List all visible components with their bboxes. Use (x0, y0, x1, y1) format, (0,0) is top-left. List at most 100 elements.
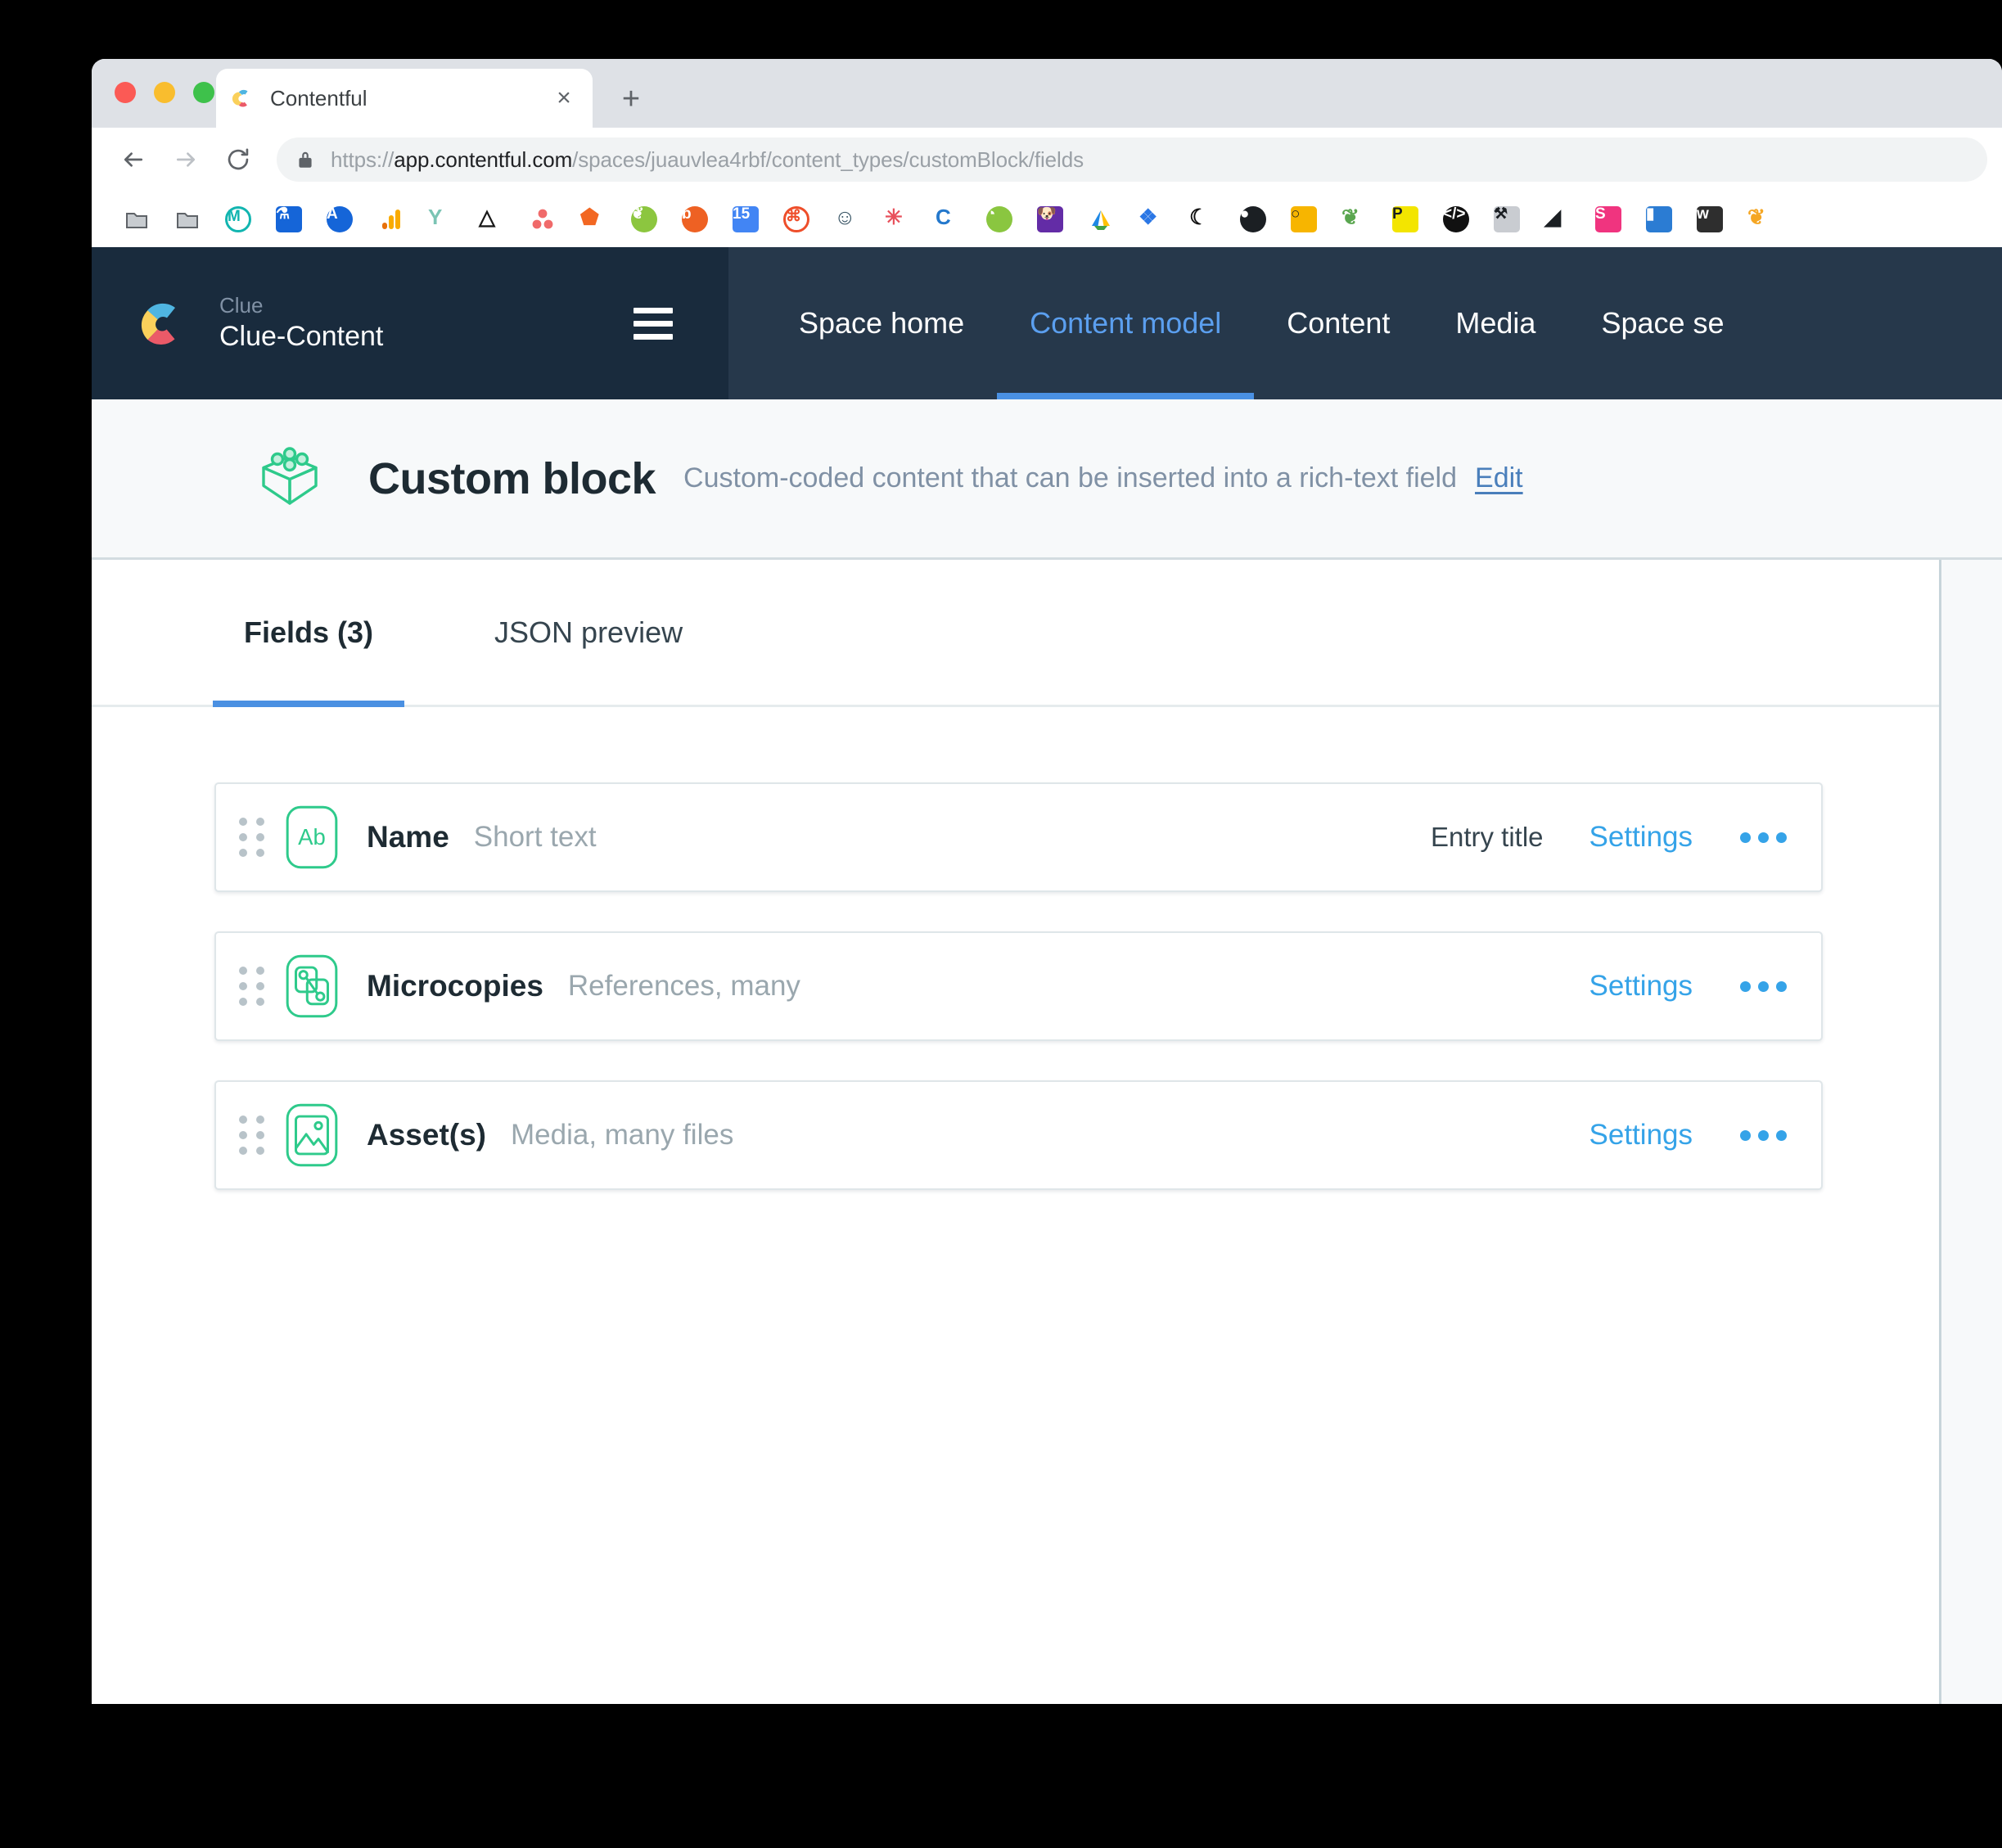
field-name: Microcopies (367, 969, 543, 1003)
nav-item-label: Content (1287, 306, 1391, 340)
space-labels: Clue Clue-Content (219, 292, 634, 355)
maximize-window-button[interactable] (193, 82, 214, 103)
shopify-s-icon[interactable]: S (1583, 196, 1634, 242)
bookmarks-bar: M ⚗ A Y △ ⬟ ❦ b 15 ⌘ ☺ ✳ C ◔ 🐶 ❖ ☾ ● ○ ❦ P </> ⚒ ◢ S ▮ w ❦ (92, 192, 2002, 247)
jenkins-icon[interactable]: ☺ (822, 196, 872, 242)
nav-item-media[interactable]: Media (1423, 247, 1568, 399)
datadog-icon[interactable]: 🐶 (1025, 196, 1075, 242)
nav-item-content[interactable]: Content (1254, 247, 1423, 399)
sprout-icon[interactable]: ❦ (1329, 196, 1380, 242)
lock-icon (296, 149, 314, 170)
app-header: Clue Clue-Content Space home Content mode… (92, 247, 2002, 399)
content-type-description: Custom-coded content that can be inserte… (683, 462, 1458, 494)
folder-icon[interactable] (162, 196, 213, 242)
nav-item-content-model[interactable]: Content model (997, 247, 1255, 399)
field-row[interactable]: Microcopies References, many Settings (214, 931, 1823, 1041)
address-bar[interactable]: https://app.contentful.com/spaces/juauvl… (277, 137, 1987, 182)
tab-fields-3[interactable]: Fields (3) (213, 560, 405, 707)
toolbox-icon[interactable]: ⚒ (1481, 196, 1532, 242)
amplitude-icon[interactable]: A (314, 196, 365, 242)
field-row[interactable]: Asset(s) Media, many files Settings (214, 1080, 1823, 1190)
main-navigation: Space home Content model Content Media Space… (728, 247, 2002, 399)
tab-json-preview[interactable]: JSON preview (463, 560, 714, 705)
browser-window: Contentful × + https://app.contentful.co… (92, 59, 2002, 1704)
folder-icon[interactable] (111, 196, 162, 242)
minimize-window-button[interactable] (154, 82, 175, 103)
back-button[interactable] (111, 137, 156, 182)
cube-icon[interactable]: ⬟ (568, 196, 619, 242)
window-traffic-lights (115, 82, 214, 103)
bitly-icon[interactable]: b (670, 196, 720, 242)
abstract-icon[interactable]: △ (467, 196, 517, 242)
bookmark-icon[interactable]: ▮ (1634, 196, 1684, 242)
bird-icon[interactable]: ❦ (1735, 196, 1786, 242)
field-settings-link[interactable]: Settings (1589, 821, 1693, 854)
field-settings-link[interactable]: Settings (1589, 1119, 1693, 1152)
moon-icon[interactable]: ☾ (1177, 196, 1228, 242)
field-actions-menu-icon[interactable] (1735, 973, 1792, 1000)
pendo-icon[interactable]: P (1380, 196, 1431, 242)
close-window-button[interactable] (115, 82, 136, 103)
page-title: Custom block (368, 453, 656, 503)
forward-button[interactable] (164, 137, 208, 182)
contentful-logo-icon (133, 294, 192, 353)
nav-item-label: Media (1455, 306, 1536, 340)
entry-title-badge: Entry title (1430, 822, 1544, 852)
tab-label: JSON preview (494, 615, 683, 649)
content-type-header: Custom block Custom-coded content that c… (92, 399, 2002, 560)
nav-item-label: Space home (799, 306, 965, 340)
asana-icon[interactable] (517, 196, 568, 242)
contentful-favicon-icon (231, 86, 255, 110)
webflow-icon[interactable]: w (1684, 196, 1735, 242)
field-type: Short text (473, 821, 597, 853)
nav-item-space-se[interactable]: Space se (1568, 247, 1756, 399)
github-icon[interactable]: ● (1228, 196, 1278, 242)
new-tab-button[interactable]: + (612, 80, 650, 118)
reload-button[interactable] (216, 137, 260, 182)
puzzle-icon[interactable]: ❖ (1126, 196, 1177, 242)
tab-label: Fields (3) (244, 615, 374, 649)
snowflake-icon[interactable]: ✳ (872, 196, 923, 242)
lightbulb-icon[interactable]: ○ (1278, 196, 1329, 242)
drag-handle-icon[interactable] (239, 967, 267, 1006)
lego-block-icon (254, 443, 326, 515)
space-name: Clue-Content (219, 321, 384, 353)
field-actions-menu-icon[interactable] (1735, 1122, 1792, 1149)
sentry-icon[interactable]: ◢ (1532, 196, 1583, 242)
contentful-icon[interactable]: C (923, 196, 974, 242)
browser-tab-strip: Contentful × + (92, 59, 2002, 128)
browser-toolbar: https://app.contentful.com/spaces/juauvl… (92, 128, 2002, 192)
browser-tab[interactable]: Contentful × (216, 69, 593, 128)
panel-tabs: Fields (3) JSON preview (92, 560, 1939, 707)
references-icon (285, 954, 339, 1018)
mixpanel-icon[interactable]: M (213, 196, 264, 242)
cypress-icon[interactable]: ◔ (974, 196, 1025, 242)
field-name: Name (367, 820, 449, 854)
fields-list: Ab Name Short text Entry title Settings Micro… (92, 707, 1939, 1190)
organization-name: Clue (219, 292, 264, 318)
space-selector[interactable]: Clue Clue-Content (92, 247, 728, 399)
optimizely-icon[interactable]: ⌘ (771, 196, 822, 242)
drag-handle-icon[interactable] (239, 1116, 267, 1155)
google-drive-icon[interactable] (1075, 196, 1126, 242)
drag-handle-icon[interactable] (239, 818, 267, 857)
code-icon[interactable]: </> (1431, 196, 1481, 242)
flask-icon[interactable]: ⚗ (264, 196, 314, 242)
field-actions-menu-icon[interactable] (1735, 824, 1792, 851)
leaf-icon[interactable]: ❦ (619, 196, 670, 242)
close-tab-button[interactable]: × (550, 84, 578, 112)
field-type: References, many (567, 970, 800, 1002)
field-settings-link[interactable]: Settings (1589, 970, 1693, 1003)
contentful-app: Clue Clue-Content Space home Content mode… (92, 247, 2002, 1704)
address-bar-url: https://app.contentful.com/spaces/juauvl… (331, 146, 1084, 172)
content-panel: Fields (3) JSON preview Ab Name Short text E… (92, 560, 1941, 1704)
edit-content-type-link[interactable]: Edit (1475, 462, 1523, 494)
field-type: Media, many files (511, 1119, 734, 1151)
nav-item-label: Content model (1030, 306, 1222, 340)
terraform-icon[interactable]: Y (416, 196, 467, 242)
calendar-icon[interactable]: 15 (720, 196, 771, 242)
hamburger-menu-icon[interactable] (634, 295, 691, 352)
google-analytics-icon[interactable] (365, 196, 416, 242)
nav-item-space-home[interactable]: Space home (766, 247, 997, 399)
field-row[interactable]: Ab Name Short text Entry title Settings (214, 782, 1823, 892)
